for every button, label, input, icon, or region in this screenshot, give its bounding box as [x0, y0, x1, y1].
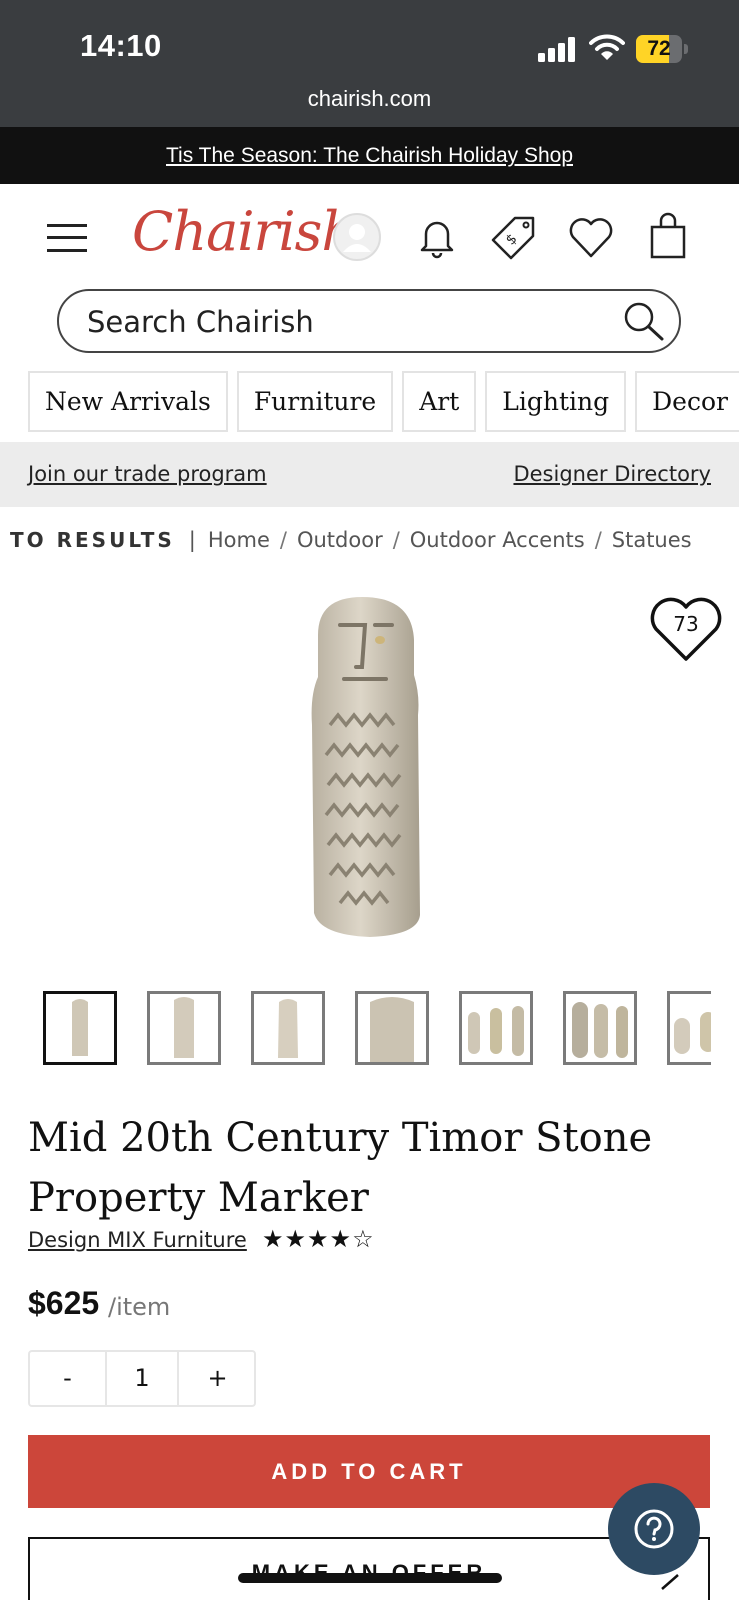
question-mark-icon [634, 1509, 674, 1549]
home-indicator [238, 1573, 502, 1583]
thumbnail[interactable] [459, 991, 533, 1065]
menu-icon[interactable] [47, 222, 87, 254]
status-bar: 14:10 72 chairish.com [0, 0, 739, 127]
promo-banner: Tis The Season: The Chairish Holiday Sho… [0, 127, 739, 184]
category-art[interactable]: Art [402, 371, 477, 432]
category-new-arrivals[interactable]: New Arrivals [28, 371, 228, 432]
seller-rating: ★★★★☆ [262, 1225, 375, 1253]
heart-icon[interactable] [566, 212, 616, 262]
signal-icon [538, 36, 578, 62]
account-icon[interactable] [332, 212, 382, 262]
favorite-button[interactable]: 73 [649, 595, 723, 665]
product-title: Mid 20th Century Timor Stone Property Ma… [28, 1115, 653, 1221]
quantity-decrease-button[interactable]: - [30, 1352, 105, 1405]
category-furniture[interactable]: Furniture [236, 371, 394, 432]
category-lighting[interactable]: Lighting [485, 371, 627, 432]
product-image[interactable] [300, 595, 435, 940]
category-nav: New Arrivals Furniture Art Lighting Decor [28, 371, 739, 433]
quantity-stepper: - 1 + [28, 1350, 256, 1407]
breadcrumb-home[interactable]: Home [208, 528, 270, 552]
trade-program-link[interactable]: Join our trade program [28, 462, 267, 486]
breadcrumb-outdoor-accents[interactable]: Outdoor Accents [410, 528, 585, 552]
bell-icon[interactable] [412, 212, 462, 262]
thumbnail[interactable] [355, 991, 429, 1065]
svg-text:$: $ [503, 231, 521, 249]
search-input[interactable] [87, 301, 587, 343]
thumbnail[interactable] [147, 991, 221, 1065]
battery-level: 72 [647, 37, 671, 60]
breadcrumb: TO RESULTS | Home / Outdoor / Outdoor Accents /… [10, 528, 692, 552]
breadcrumb-outdoor[interactable]: Outdoor [297, 528, 383, 552]
wifi-icon [589, 34, 625, 60]
thumbnail-strip [43, 991, 711, 1065]
battery-icon: 72 [636, 35, 688, 63]
thumbnail[interactable] [251, 991, 325, 1065]
thumbnail[interactable] [563, 991, 637, 1065]
trade-bar: Join our trade program Designer Director… [0, 442, 739, 507]
chairish-logo[interactable]: Chairish [132, 200, 356, 263]
price-unit: /item [108, 1293, 171, 1321]
help-button[interactable] [608, 1483, 700, 1575]
promo-link[interactable]: Tis The Season: The Chairish Holiday Sho… [166, 144, 573, 167]
quantity-increase-button[interactable]: + [181, 1352, 254, 1405]
product-price: $625 [28, 1285, 100, 1321]
breadcrumb-statues[interactable]: Statues [612, 528, 692, 552]
price-tag-icon[interactable]: $ [489, 212, 539, 262]
shopping-bag-icon[interactable] [643, 212, 693, 262]
search-icon[interactable] [623, 301, 665, 343]
breadcrumb-separator: | [188, 528, 196, 552]
thumbnail[interactable] [43, 991, 117, 1065]
back-to-results-link[interactable]: TO RESULTS [10, 528, 175, 552]
favorite-count: 73 [673, 612, 699, 636]
thumbnail[interactable] [667, 991, 711, 1065]
designer-directory-link[interactable]: Designer Directory [513, 462, 711, 486]
url-bar[interactable]: chairish.com [0, 86, 739, 112]
status-time: 14:10 [80, 28, 162, 63]
search-bar [57, 289, 681, 353]
seller-link[interactable]: Design MIX Furniture [28, 1228, 247, 1252]
quantity-value[interactable]: 1 [105, 1352, 179, 1405]
category-decor[interactable]: Decor [635, 371, 739, 432]
